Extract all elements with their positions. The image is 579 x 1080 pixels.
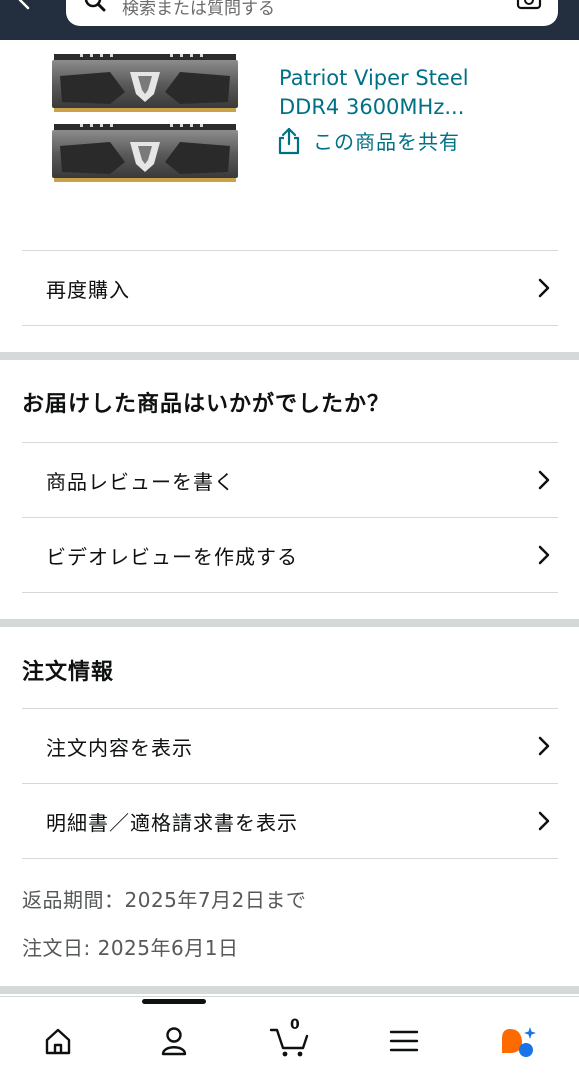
search-icon	[84, 0, 106, 12]
nav-cart[interactable]: 0	[260, 1011, 320, 1071]
active-tab-indicator	[142, 999, 206, 1004]
view-invoice-row[interactable]: 明細書／適格請求書を表示	[22, 784, 558, 858]
menu-icon	[389, 1030, 419, 1052]
product-title-line2: DDR4 3600MHz...	[279, 95, 465, 119]
buy-again-row[interactable]: 再度購入	[22, 251, 558, 325]
back-arrow-icon[interactable]	[14, 0, 34, 10]
share-label: この商品を共有	[313, 130, 460, 154]
view-invoice-label: 明細書／適格請求書を表示	[46, 810, 298, 835]
product-image[interactable]	[50, 52, 240, 188]
share-product-button[interactable]: この商品を共有	[277, 126, 460, 155]
camera-search-icon[interactable]	[516, 0, 542, 10]
chevron-right-icon	[538, 811, 550, 831]
view-order-details-label: 注文内容を表示	[46, 735, 193, 760]
top-header: 検索または質問する	[0, 0, 579, 40]
chevron-right-icon	[538, 545, 550, 565]
divider	[22, 325, 558, 326]
product-title-link[interactable]: Patriot Viper Steel DDR4 3600MHz...	[279, 64, 559, 122]
view-order-details-row[interactable]: 注文内容を表示	[22, 709, 558, 783]
search-placeholder: 検索または質問する	[122, 0, 275, 19]
feedback-section-title: お届けした商品はいかがでしたか？	[22, 392, 391, 417]
account-icon	[161, 1027, 187, 1056]
nav-home[interactable]	[28, 1011, 88, 1071]
cart-count-badge: 0	[290, 1017, 300, 1033]
buy-again-label: 再度購入	[46, 277, 130, 302]
chevron-right-icon	[538, 736, 550, 756]
video-review-label: ビデオレビューを作成する	[46, 544, 298, 569]
write-review-row[interactable]: 商品レビューを書く	[22, 443, 558, 517]
nav-rufus-assistant[interactable]	[488, 1011, 548, 1071]
divider	[22, 858, 558, 859]
chevron-right-icon	[538, 278, 550, 298]
share-icon	[278, 127, 300, 154]
nav-menu[interactable]	[374, 1011, 434, 1071]
product-title-line1: Patriot Viper Steel	[279, 66, 469, 90]
write-review-label: 商品レビューを書く	[46, 469, 235, 494]
home-icon	[45, 1028, 71, 1055]
nav-account[interactable]	[144, 1011, 204, 1071]
divider	[22, 592, 558, 593]
section-separator	[0, 352, 579, 360]
bottom-navigation: 0	[0, 996, 579, 1080]
product-summary: Patriot Viper Steel DDR4 3600MHz... この商品…	[0, 40, 579, 252]
order-date-text: 注文日: 2025年6月1日	[22, 936, 239, 960]
section-separator	[0, 986, 579, 994]
order-info-section-title: 注文情報	[22, 660, 115, 685]
return-period-text: 返品期間：2025年7月2日まで	[22, 888, 307, 912]
chevron-right-icon	[538, 470, 550, 490]
rufus-assistant-icon	[502, 1027, 536, 1057]
search-input[interactable]: 検索または質問する	[66, 0, 558, 26]
video-review-row[interactable]: ビデオレビューを作成する	[22, 518, 558, 592]
section-separator	[0, 619, 579, 627]
